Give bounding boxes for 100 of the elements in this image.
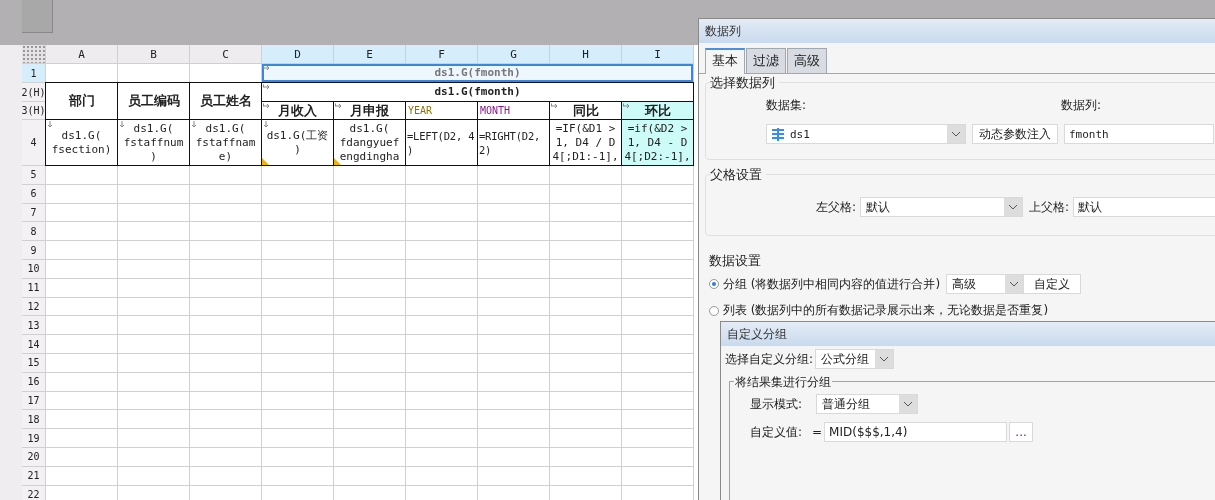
- table-cell[interactable]: [46, 184, 117, 203]
- table-cell[interactable]: [118, 372, 189, 391]
- table-cell[interactable]: [190, 353, 261, 372]
- table-cell[interactable]: [334, 278, 405, 297]
- table-cell[interactable]: [406, 241, 477, 259]
- table-cell[interactable]: [550, 166, 621, 184]
- table-cell[interactable]: [118, 297, 189, 316]
- table-cell[interactable]: [478, 410, 549, 429]
- dataset-select[interactable]: ds1: [766, 124, 966, 144]
- more-button[interactable]: ...: [1009, 422, 1034, 442]
- column-header[interactable]: I: [622, 45, 693, 63]
- table-cell[interactable]: [190, 447, 261, 466]
- table-cell[interactable]: [478, 335, 549, 353]
- table-cell[interactable]: [46, 447, 117, 466]
- row-header[interactable]: 17: [22, 391, 45, 410]
- table-cell[interactable]: [550, 353, 621, 372]
- table-cell[interactable]: [46, 391, 117, 410]
- table-cell[interactable]: [334, 297, 405, 316]
- table-cell[interactable]: [334, 166, 405, 184]
- custom-button[interactable]: 自定义: [1023, 274, 1082, 294]
- table-cell[interactable]: [550, 203, 621, 222]
- table-cell[interactable]: [622, 466, 693, 485]
- table-cell[interactable]: [262, 335, 333, 353]
- row-header[interactable]: 14: [22, 335, 45, 353]
- table-cell[interactable]: 部门: [46, 83, 117, 119]
- table-cell[interactable]: [262, 429, 333, 447]
- table-cell[interactable]: [262, 297, 333, 316]
- table-cell[interactable]: [622, 410, 693, 429]
- table-cell[interactable]: =if(&D2 > 1, D4 - D 4[;D2:-1],: [622, 120, 693, 165]
- table-cell[interactable]: [550, 335, 621, 353]
- row-header[interactable]: 4: [22, 120, 45, 165]
- table-cell[interactable]: [334, 335, 405, 353]
- table-cell[interactable]: [46, 466, 117, 485]
- table-cell[interactable]: [550, 316, 621, 335]
- table-cell[interactable]: [550, 429, 621, 447]
- table-cell[interactable]: [406, 429, 477, 447]
- row-header[interactable]: 21: [22, 466, 45, 485]
- table-cell[interactable]: [478, 316, 549, 335]
- table-cell[interactable]: [190, 372, 261, 391]
- table-cell[interactable]: [46, 297, 117, 316]
- table-cell[interactable]: [406, 410, 477, 429]
- table-cell[interactable]: [334, 429, 405, 447]
- table-cell[interactable]: [190, 297, 261, 316]
- table-cell[interactable]: [262, 485, 333, 500]
- table-cell[interactable]: [334, 447, 405, 466]
- row-header[interactable]: 20: [22, 447, 45, 466]
- table-cell[interactable]: [118, 466, 189, 485]
- table-cell[interactable]: [622, 485, 693, 500]
- table-cell[interactable]: [190, 316, 261, 335]
- table-cell[interactable]: [46, 316, 117, 335]
- table-cell[interactable]: [622, 278, 693, 297]
- row-header[interactable]: 16: [22, 372, 45, 391]
- table-cell[interactable]: [334, 184, 405, 203]
- table-cell[interactable]: [190, 222, 261, 241]
- table-cell[interactable]: [118, 278, 189, 297]
- table-cell[interactable]: [478, 260, 549, 278]
- table-cell[interactable]: [118, 203, 189, 222]
- column-header[interactable]: F: [406, 45, 477, 63]
- table-cell[interactable]: [118, 260, 189, 278]
- column-header[interactable]: H: [550, 45, 621, 63]
- table-cell[interactable]: [550, 297, 621, 316]
- table-cell[interactable]: [406, 184, 477, 203]
- table-cell[interactable]: [262, 466, 333, 485]
- table-cell[interactable]: 同比: [550, 102, 621, 119]
- table-cell[interactable]: 月申报: [334, 102, 405, 119]
- table-cell[interactable]: [334, 353, 405, 372]
- table-cell[interactable]: [478, 278, 549, 297]
- table-cell[interactable]: [550, 466, 621, 485]
- table-cell[interactable]: [406, 335, 477, 353]
- table-cell[interactable]: [622, 203, 693, 222]
- table-cell[interactable]: [118, 316, 189, 335]
- table-cell[interactable]: [334, 241, 405, 259]
- table-cell[interactable]: MONTH: [478, 102, 549, 119]
- table-cell[interactable]: [550, 410, 621, 429]
- table-cell[interactable]: [406, 353, 477, 372]
- table-cell[interactable]: [46, 278, 117, 297]
- row-header[interactable]: 7: [22, 203, 45, 222]
- table-cell[interactable]: =LEFT(D2, 4 ): [406, 120, 477, 165]
- table-cell[interactable]: [262, 447, 333, 466]
- table-cell[interactable]: [550, 241, 621, 259]
- table-cell[interactable]: [478, 203, 549, 222]
- table-cell[interactable]: [262, 391, 333, 410]
- table-cell[interactable]: [334, 372, 405, 391]
- table-cell[interactable]: [622, 335, 693, 353]
- table-cell[interactable]: [478, 466, 549, 485]
- table-cell[interactable]: [46, 222, 117, 241]
- tab[interactable]: 高级: [787, 48, 827, 73]
- table-cell[interactable]: [334, 222, 405, 241]
- table-cell[interactable]: [622, 316, 693, 335]
- row-header[interactable]: 22: [22, 485, 45, 500]
- table-cell[interactable]: [262, 222, 333, 241]
- table-cell[interactable]: [550, 278, 621, 297]
- table-cell[interactable]: [262, 410, 333, 429]
- tab[interactable]: 基本: [705, 48, 745, 74]
- table-cell[interactable]: [262, 166, 333, 184]
- table-cell[interactable]: [622, 260, 693, 278]
- table-cell[interactable]: [622, 429, 693, 447]
- table-cell[interactable]: [406, 372, 477, 391]
- group-mode-select[interactable]: 高级: [946, 274, 1025, 294]
- table-cell[interactable]: [334, 316, 405, 335]
